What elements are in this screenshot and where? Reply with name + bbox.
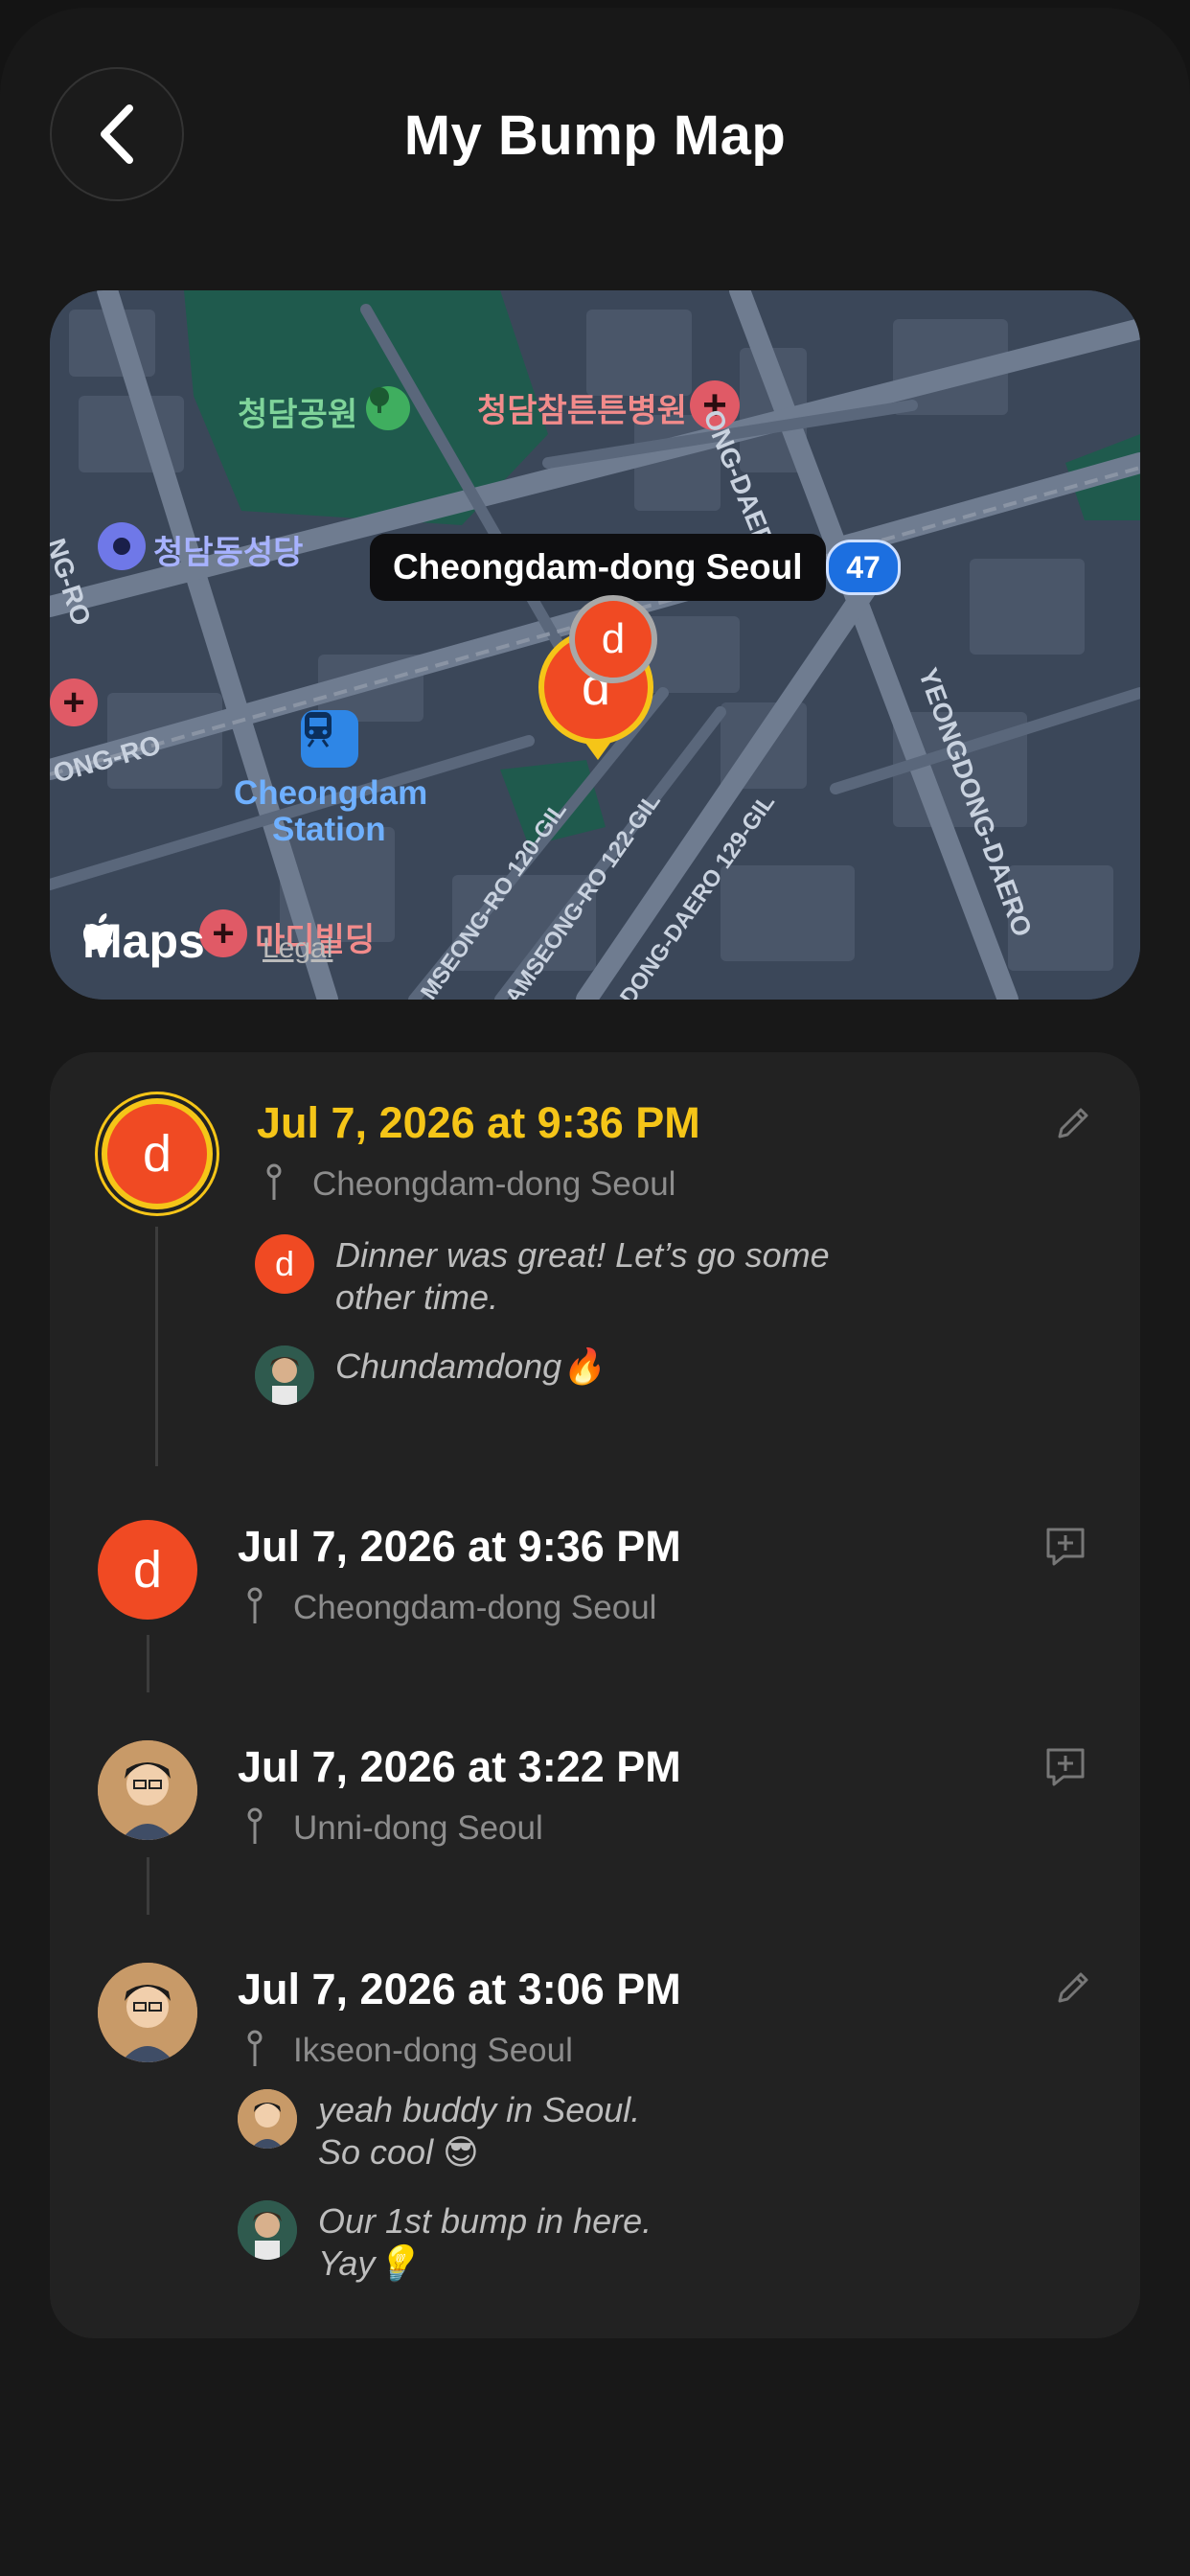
entry-place: Ikseon-dong Seoul bbox=[293, 2032, 573, 2069]
page-title: My Bump Map bbox=[403, 104, 787, 167]
tree-icon bbox=[366, 386, 410, 430]
location-pin-icon bbox=[247, 1587, 263, 1623]
entry-date: Jul 7, 2026 at 9:36 PM bbox=[238, 1522, 681, 1571]
timeline-line bbox=[147, 1635, 149, 1692]
cathedral-icon bbox=[98, 522, 146, 570]
route-badge: 47 bbox=[826, 540, 901, 595]
comment: Chundamdong🔥 bbox=[255, 1346, 605, 1405]
comment: Our 1st bump in here. Yay💡 bbox=[238, 2200, 652, 2285]
timeline-entry[interactable]: Jul 7, 2026 at 3:22 PM Unni-dong Seoul bbox=[50, 1735, 1140, 1926]
cathedral-label: 청담동성당 bbox=[153, 535, 304, 571]
map-pin-secondary[interactable]: d bbox=[569, 595, 661, 687]
add-comment-icon[interactable] bbox=[1042, 1524, 1088, 1570]
comment-text: Our 1st bump in here. Yay💡 bbox=[318, 2201, 652, 2283]
avatar bbox=[98, 1740, 197, 1840]
pencil-icon[interactable] bbox=[1054, 1968, 1092, 2007]
comment: yeah buddy in Seoul. So cool 😎 bbox=[238, 2089, 640, 2174]
avatar: d bbox=[102, 1098, 213, 1209]
hospital-label: 청담참튼튼병원 bbox=[477, 393, 687, 429]
station-label-line1: Cheongdam bbox=[234, 774, 428, 812]
comment: d Dinner was great! Let’s go some other … bbox=[255, 1234, 830, 1319]
comment-avatar bbox=[238, 2200, 297, 2260]
maps-attribution[interactable]: Maps bbox=[82, 913, 205, 969]
hospital-icon-left: + bbox=[50, 678, 98, 726]
screen: My Bump Map 청담공원 청담참튼튼병원 + 청담동성당 + Cheon… bbox=[0, 0, 1190, 2576]
entry-date: Jul 7, 2026 at 9:36 PM bbox=[257, 1098, 700, 1147]
pencil-icon[interactable] bbox=[1054, 1104, 1092, 1142]
avatar bbox=[98, 1963, 197, 2062]
comment-text: Chundamdong🔥 bbox=[335, 1346, 606, 1386]
legal-link[interactable]: Legal bbox=[263, 932, 332, 965]
timeline-entry[interactable]: Jul 7, 2026 at 3:06 PM Ikseon-dong Seoul… bbox=[50, 1955, 1140, 2338]
station-label-line2: Station bbox=[272, 811, 386, 848]
pin-avatar-secondary: d bbox=[569, 595, 657, 683]
comment-avatar: d bbox=[255, 1234, 314, 1294]
park-label: 청담공원 bbox=[238, 397, 358, 433]
timeline-line bbox=[155, 1227, 158, 1466]
sheet: My Bump Map 청담공원 청담참튼튼병원 + 청담동성당 + Cheon… bbox=[0, 8, 1190, 2576]
add-comment-icon[interactable] bbox=[1042, 1744, 1088, 1790]
entry-date: Jul 7, 2026 at 3:22 PM bbox=[238, 1742, 681, 1791]
location-pin-icon bbox=[247, 1807, 263, 1844]
apple-logo-icon bbox=[83, 913, 113, 950]
comment-avatar bbox=[238, 2089, 297, 2149]
entry-place: Cheongdam-dong Seoul bbox=[312, 1165, 676, 1203]
location-callout: Cheongdam-dong Seoul bbox=[370, 534, 826, 601]
timeline-entry[interactable]: d Jul 7, 2026 at 9:36 PM Cheongdam-dong … bbox=[50, 1512, 1140, 1704]
comment-text: yeah buddy in Seoul. So cool 😎 bbox=[318, 2090, 641, 2172]
location-pin-icon bbox=[266, 1163, 282, 1200]
entry-place: Cheongdam-dong Seoul bbox=[293, 1589, 657, 1626]
comment-text: Dinner was great! Let’s go some other ti… bbox=[335, 1235, 830, 1317]
timeline-line bbox=[147, 1857, 149, 1915]
pin-tail bbox=[583, 739, 613, 760]
entry-date: Jul 7, 2026 at 3:06 PM bbox=[238, 1965, 681, 2013]
building-icon: + bbox=[199, 909, 247, 957]
entry-place: Unni-dong Seoul bbox=[293, 1809, 543, 1847]
location-pin-icon bbox=[247, 2030, 263, 2066]
train-icon bbox=[301, 710, 358, 768]
bump-history-card: d Jul 7, 2026 at 9:36 PM Cheongdam-dong … bbox=[50, 1052, 1140, 2338]
timeline-entry[interactable]: d Jul 7, 2026 at 9:36 PM Cheongdam-dong … bbox=[50, 1052, 1140, 1466]
avatar: d bbox=[98, 1520, 197, 1620]
map-view[interactable]: 청담공원 청담참튼튼병원 + 청담동성당 + Cheongdam Station… bbox=[50, 290, 1140, 1000]
comment-avatar bbox=[255, 1346, 314, 1405]
